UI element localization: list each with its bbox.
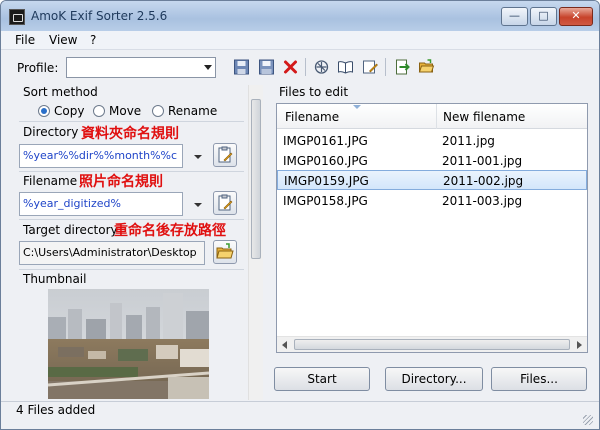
open-folder-icon[interactable] [418,59,435,75]
app-icon [9,9,25,25]
radio-copy[interactable] [38,105,50,117]
window-title: AmoK Exif Sorter 2.5.6 [31,9,168,23]
resize-grip-icon[interactable] [583,415,593,425]
thumbnail-label: Thumbnail [23,272,87,286]
settings-scrollbar[interactable] [248,85,263,400]
filename-dropdown-arrow[interactable] [194,203,202,207]
status-text: 4 Files added [16,403,96,417]
target-directory-annotation: 重命名後存放路徑 [114,223,226,239]
section-divider [19,121,244,122]
menu-view[interactable]: View [49,33,77,47]
files-button[interactable]: Files... [491,367,587,391]
scroll-right-icon[interactable] [577,341,582,349]
list-header: Filename New filename [277,104,587,129]
table-row[interactable]: IMGP0158.JPG 2011-003.jpg [277,191,587,211]
directory-edit-button[interactable] [213,143,237,167]
table-row[interactable]: IMGP0161.JPG 2011.jpg [277,131,587,151]
edit-icon[interactable] [362,59,379,75]
column-new-filename[interactable]: New filename [443,110,525,124]
radio-rename-label: Rename [168,104,218,118]
directory-dropdown-arrow[interactable] [194,155,202,159]
target-directory-input[interactable]: C:\Users\Administrator\Desktop [19,241,205,265]
clipboard-edit-icon [218,146,233,163]
directory-button[interactable]: Directory... [385,367,483,391]
scroll-left-icon[interactable] [282,341,287,349]
scrollbar-thumb[interactable] [251,99,261,259]
target-directory-label: Target directory [23,223,118,237]
scrollbar-thumb[interactable] [294,339,570,350]
filename-annotation: 照片命名規則 [79,174,163,190]
menu-file[interactable]: File [15,33,35,47]
radio-move[interactable] [93,105,105,117]
maximize-button[interactable]: □ [530,7,557,26]
files-list[interactable]: Filename New filename IMGP0161.JPG 2011.… [276,103,588,353]
radio-move-label: Move [109,104,142,118]
browse-folder-button[interactable] [213,240,237,264]
delete-x-icon[interactable] [282,59,299,75]
row-filename: IMGP0159.JPG [284,174,369,188]
app-window: AmoK Exif Sorter 2.5.6 — □ ✕ File View ?… [0,0,600,430]
start-button[interactable]: Start [274,367,370,391]
row-filename: IMGP0160.JPG [283,154,368,168]
directory-annotation: 資料夾命名規則 [81,126,179,142]
row-filename: IMGP0158.JPG [283,194,368,208]
row-new-filename: 2011-001.jpg [442,154,523,168]
clipboard-edit-icon [218,194,233,211]
profile-dropdown[interactable] [66,57,216,78]
sort-method-label: Sort method [23,85,98,99]
profile-label: Profile: [17,61,59,75]
sort-arrow-icon [353,105,361,109]
toolbar-separator-2 [385,58,386,76]
files-to-edit-label: Files to edit [279,85,349,99]
close-button[interactable]: ✕ [559,7,593,26]
filename-pattern-input[interactable]: %year_digitized% [19,192,183,216]
export-icon[interactable] [394,59,411,75]
row-new-filename: 2011-002.jpg [443,174,524,188]
filename-label: Filename [23,174,78,188]
minimize-button[interactable]: — [501,7,528,26]
table-row-selected[interactable]: IMGP0159.JPG 2011-002.jpg [277,170,587,190]
row-filename: IMGP0161.JPG [283,134,368,148]
title-bar: AmoK Exif Sorter 2.5.6 — □ ✕ [1,1,599,31]
row-new-filename: 2011-003.jpg [442,194,523,208]
directory-label: Directory [23,125,79,139]
section-divider-4 [19,269,244,270]
settings-icon[interactable] [313,59,330,75]
directory-pattern-input[interactable]: %year%%dir%%month%%c [19,144,183,168]
chevron-down-icon [204,65,212,70]
toolbar-separator [305,58,306,76]
menu-help[interactable]: ? [90,33,96,47]
column-filename[interactable]: Filename [285,110,339,124]
book-icon[interactable] [337,59,354,75]
open-folder-icon [216,243,234,259]
filename-edit-button[interactable] [213,191,237,215]
radio-rename[interactable] [152,105,164,117]
column-divider[interactable] [436,104,437,129]
files-horizontal-scrollbar[interactable] [277,336,587,352]
thumbnail-image [48,289,209,399]
table-row[interactable]: IMGP0160.JPG 2011-001.jpg [277,151,587,171]
save-disk-icon[interactable] [233,59,250,75]
menu-bar: File View ? [1,31,599,49]
menu-divider [1,49,599,50]
radio-copy-label: Copy [54,104,85,118]
row-new-filename: 2011.jpg [442,134,495,148]
save-as-icon[interactable] [258,59,275,75]
